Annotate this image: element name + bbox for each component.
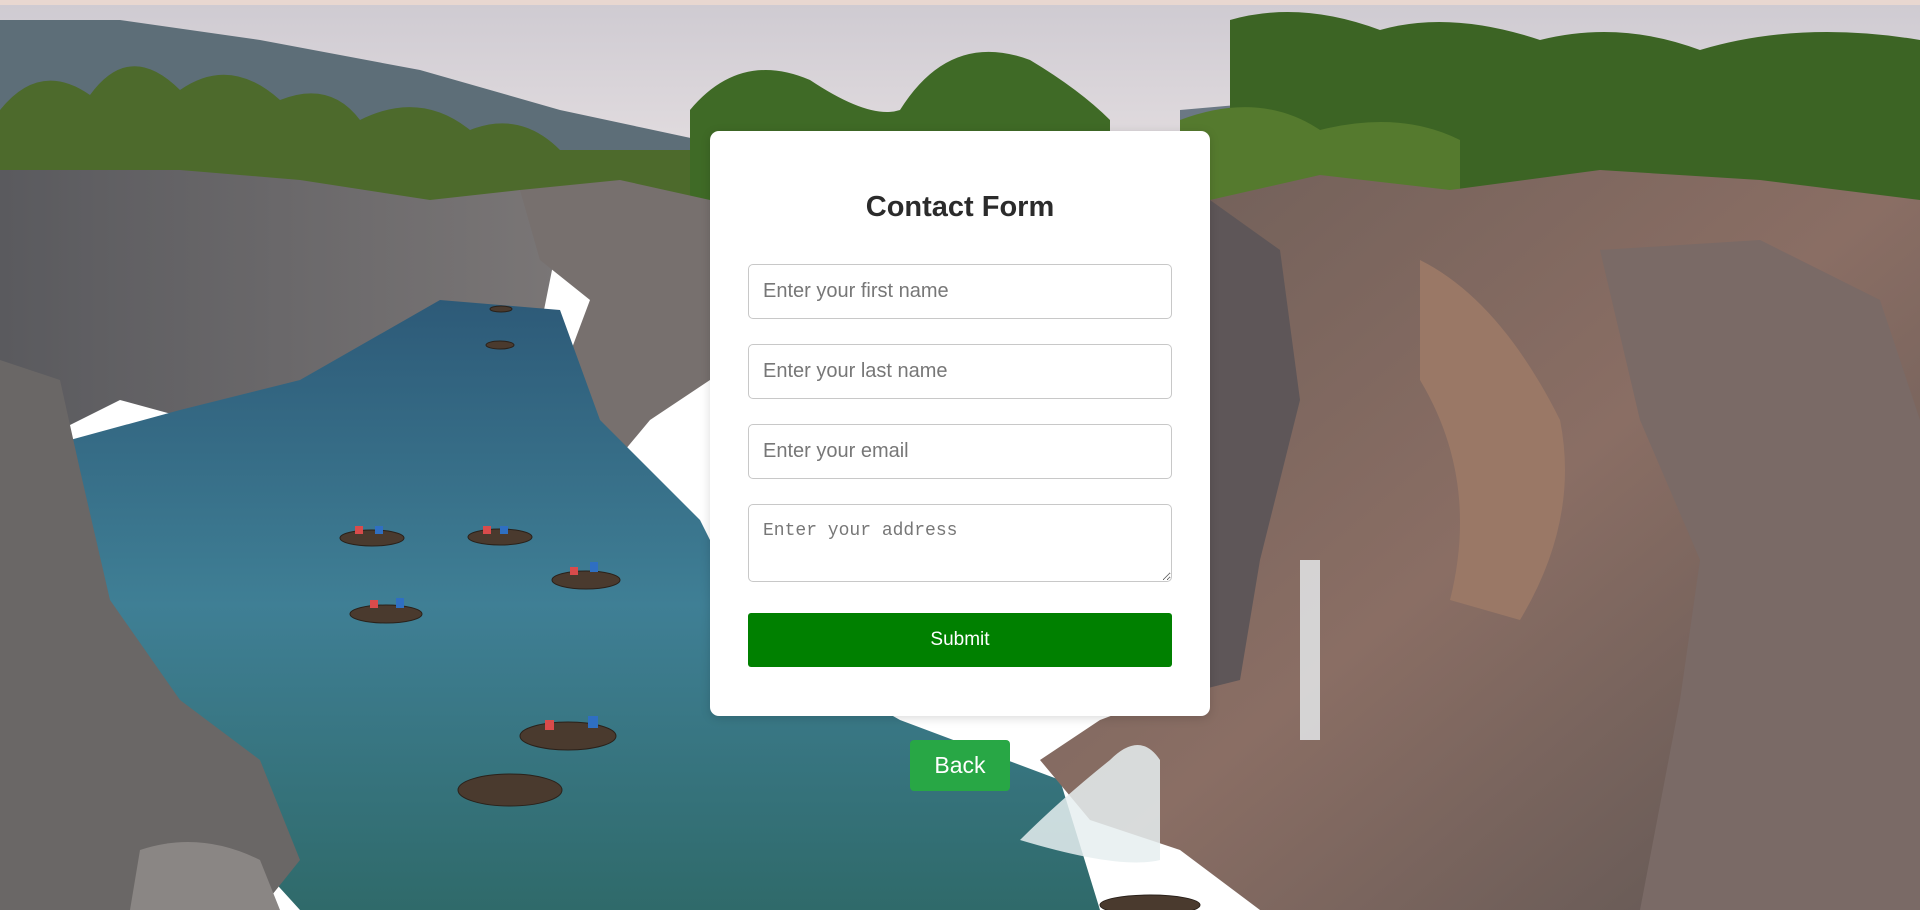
back-button[interactable]: Back (910, 740, 1010, 791)
submit-button[interactable]: Submit (748, 613, 1172, 667)
first-name-input[interactable] (748, 264, 1172, 319)
last-name-input[interactable] (748, 344, 1172, 399)
email-input[interactable] (748, 424, 1172, 479)
form-title: Contact Form (865, 191, 1055, 223)
contact-form-card: Contact Form Submit (710, 131, 1210, 716)
address-textarea[interactable] (748, 504, 1172, 582)
